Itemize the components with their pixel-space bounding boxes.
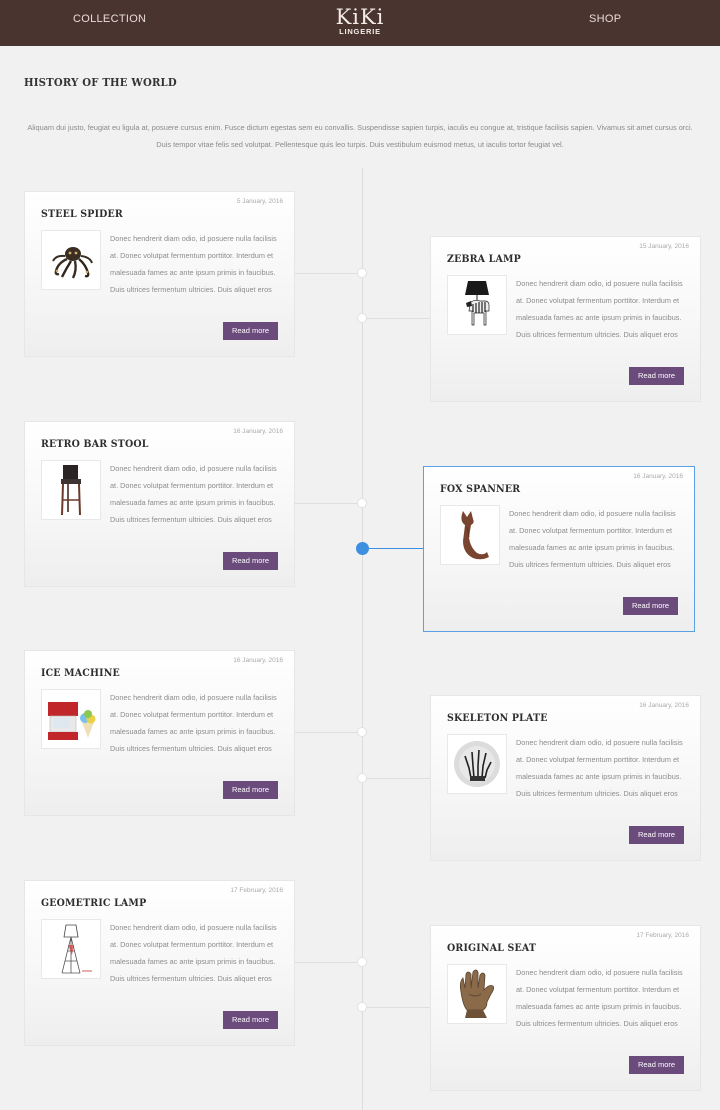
- timeline-connector: [362, 778, 430, 779]
- card-title: FOX SPANNER: [440, 483, 521, 495]
- top-navigation-bar: COLLECTION KiKi LINGERIE SHOP: [0, 0, 720, 46]
- timeline-card: 5 January, 2016 STEEL SPIDER Donec hendr…: [24, 191, 295, 357]
- card-title: ZEBRA LAMP: [447, 253, 521, 265]
- timeline-card: 16 January, 2016 RETRO BAR STOOL Donec h…: [24, 421, 295, 587]
- timeline-dot-active[interactable]: [356, 542, 369, 555]
- intro-paragraph: Aliquam dui justo, feugiat eu ligula at,…: [27, 123, 693, 149]
- read-more-button[interactable]: Read more: [223, 552, 278, 570]
- read-more-button[interactable]: Read more: [223, 781, 278, 799]
- card-body: Donec hendrerit diam odio, id posuere nu…: [516, 968, 683, 1028]
- card-date: 16 January, 2016: [233, 428, 283, 435]
- card-body: Donec hendrerit diam odio, id posuere nu…: [110, 923, 277, 983]
- page-title: HISTORY OF THE WORLD: [24, 76, 177, 89]
- card-title: ICE MACHINE: [41, 667, 120, 679]
- timeline-card-active: 16 January, 2016 FOX SPANNER Donec hendr…: [423, 466, 695, 632]
- card-date: 17 February, 2016: [230, 887, 283, 894]
- read-more-button[interactable]: Read more: [623, 597, 678, 615]
- read-more-button[interactable]: Read more: [629, 367, 684, 385]
- timeline-card: 16 January, 2016 ICE MACHINE Donec hendr…: [24, 650, 295, 816]
- timeline-card: 17 February, 2016 GEOMETRIC LAMP Donec h…: [24, 880, 295, 1046]
- brand-logo[interactable]: KiKi LINGERIE: [330, 6, 390, 36]
- nav-link-collection[interactable]: COLLECTION: [73, 13, 146, 25]
- card-title: ORIGINAL SEAT: [447, 942, 537, 954]
- card-body: Donec hendrerit diam odio, id posuere nu…: [110, 464, 277, 524]
- timeline-dot[interactable]: [357, 773, 367, 783]
- timeline-card: 15 January, 2016 ZEBRA LAMP Donec hendre…: [430, 236, 701, 402]
- timeline-axis: [362, 168, 363, 1110]
- card-date: 16 January, 2016: [233, 657, 283, 664]
- timeline-connector: [295, 962, 363, 963]
- card-date: 5 January, 2016: [236, 198, 283, 205]
- card-title: GEOMETRIC LAMP: [41, 897, 147, 909]
- timeline-connector-active: [362, 548, 424, 549]
- timeline-dot[interactable]: [357, 313, 367, 323]
- read-more-button[interactable]: Read more: [223, 1011, 278, 1029]
- read-more-button[interactable]: Read more: [629, 1056, 684, 1074]
- card-body: Donec hendrerit diam odio, id posuere nu…: [516, 279, 683, 339]
- card-body: Donec hendrerit diam odio, id posuere nu…: [516, 738, 683, 798]
- timeline-connector: [362, 1007, 430, 1008]
- timeline-connector: [295, 503, 363, 504]
- read-more-button[interactable]: Read more: [629, 826, 684, 844]
- timeline-card: 17 February, 2016 ORIGINAL SEAT Donec he…: [430, 925, 701, 1091]
- card-date: 15 January, 2016: [639, 243, 689, 250]
- nav-link-shop[interactable]: SHOP: [589, 13, 621, 25]
- logo-mark: KiKi: [335, 5, 385, 29]
- timeline-dot[interactable]: [357, 727, 367, 737]
- timeline-connector: [295, 732, 363, 733]
- read-more-button[interactable]: Read more: [223, 322, 278, 340]
- timeline-dot[interactable]: [357, 957, 367, 967]
- card-date: 16 January, 2016: [633, 473, 683, 480]
- timeline-dot[interactable]: [357, 268, 367, 278]
- card-body: Donec hendrerit diam odio, id posuere nu…: [110, 693, 277, 753]
- card-body: Donec hendrerit diam odio, id posuere nu…: [509, 509, 676, 569]
- timeline-connector: [362, 318, 430, 319]
- card-title: STEEL SPIDER: [41, 208, 123, 220]
- card-body: Donec hendrerit diam odio, id posuere nu…: [110, 234, 277, 294]
- card-date: 17 February, 2016: [636, 932, 689, 939]
- card-date: 16 January, 2016: [639, 702, 689, 709]
- card-title: SKELETON PLATE: [447, 712, 548, 724]
- timeline-card: 16 January, 2016 SKELETON PLATE Donec he…: [430, 695, 701, 861]
- timeline-dot[interactable]: [357, 1002, 367, 1012]
- timeline-connector: [295, 273, 363, 274]
- timeline-dot[interactable]: [357, 498, 367, 508]
- card-title: RETRO BAR STOOL: [41, 438, 149, 450]
